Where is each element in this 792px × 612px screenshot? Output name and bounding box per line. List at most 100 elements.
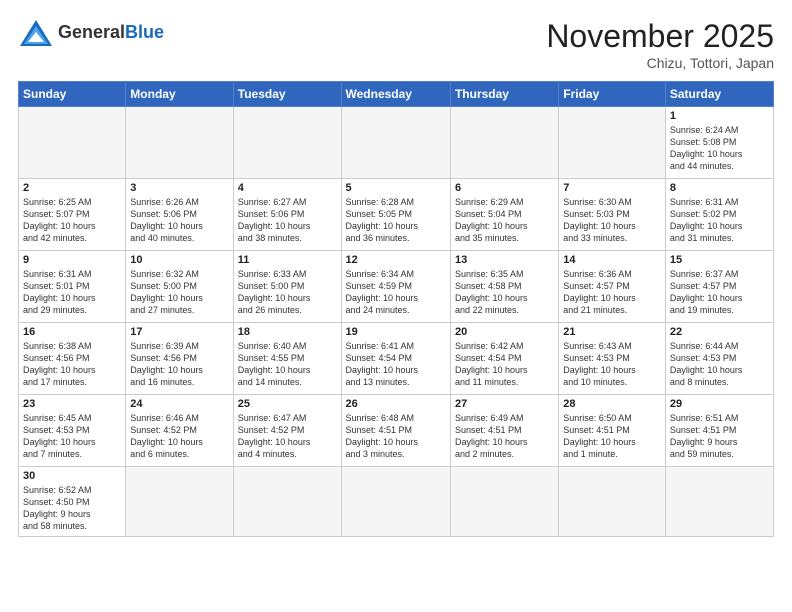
day-info: Sunrise: 6:30 AM Sunset: 5:03 PM Dayligh… [563, 196, 661, 245]
day-number: 22 [670, 326, 769, 338]
day-number: 1 [670, 110, 769, 122]
calendar-cell: 7 Sunrise: 6:30 AM Sunset: 5:03 PM Daylig… [559, 179, 666, 251]
day-info: Sunrise: 6:41 AM Sunset: 4:54 PM Dayligh… [346, 340, 446, 389]
day-info: Sunrise: 6:47 AM Sunset: 4:52 PM Dayligh… [238, 412, 337, 461]
day-info: Sunrise: 6:44 AM Sunset: 4:53 PM Dayligh… [670, 340, 769, 389]
calendar-cell [341, 107, 450, 179]
day-info: Sunrise: 6:36 AM Sunset: 4:57 PM Dayligh… [563, 268, 661, 317]
calendar-week-1: 2 Sunrise: 6:25 AM Sunset: 5:07 PM Daylig… [19, 179, 774, 251]
calendar-cell [450, 467, 558, 537]
calendar-cell: 21 Sunrise: 6:43 AM Sunset: 4:53 PM Dayli… [559, 323, 666, 395]
calendar-cell [665, 467, 773, 537]
calendar: SundayMondayTuesdayWednesdayThursdayFrid… [18, 81, 774, 537]
calendar-cell: 10Sunrise: 6:32 AM Sunset: 5:00 PM Dayli… [126, 251, 233, 323]
day-info: Sunrise: 6:42 AM Sunset: 4:54 PM Dayligh… [455, 340, 554, 389]
header: GeneralBlue November 2025 Chizu, Tottori… [18, 18, 774, 71]
calendar-cell: 1 Sunrise: 6:24 AM Sunset: 5:08 PM Daylig… [665, 107, 773, 179]
calendar-cell: 25 Sunrise: 6:47 AM Sunset: 4:52 PM Dayli… [233, 395, 341, 467]
day-info: Sunrise: 6:40 AM Sunset: 4:55 PM Dayligh… [238, 340, 337, 389]
day-info: Sunrise: 6:33 AM Sunset: 5:00 PM Dayligh… [238, 268, 337, 317]
calendar-cell: 22 Sunrise: 6:44 AM Sunset: 4:53 PM Dayli… [665, 323, 773, 395]
day-info: Sunrise: 6:27 AM Sunset: 5:06 PM Dayligh… [238, 196, 337, 245]
day-number: 6 [455, 182, 554, 194]
day-number: 26 [346, 398, 446, 410]
day-number: 17 [130, 326, 228, 338]
day-number: 2 [23, 182, 121, 194]
day-info: Sunrise: 6:31 AM Sunset: 5:02 PM Dayligh… [670, 196, 769, 245]
day-info: Sunrise: 6:28 AM Sunset: 5:05 PM Dayligh… [346, 196, 446, 245]
day-info: Sunrise: 6:26 AM Sunset: 5:06 PM Dayligh… [130, 196, 228, 245]
day-number: 29 [670, 398, 769, 410]
calendar-header-wednesday: Wednesday [341, 82, 450, 107]
calendar-header-tuesday: Tuesday [233, 82, 341, 107]
calendar-cell: 15 Sunrise: 6:37 AM Sunset: 4:57 PM Dayli… [665, 251, 773, 323]
calendar-cell: 24 Sunrise: 6:46 AM Sunset: 4:52 PM Dayli… [126, 395, 233, 467]
calendar-cell: 11 Sunrise: 6:33 AM Sunset: 5:00 PM Dayli… [233, 251, 341, 323]
day-number: 23 [23, 398, 121, 410]
calendar-cell [19, 107, 126, 179]
day-number: 30 [23, 470, 121, 482]
day-number: 7 [563, 182, 661, 194]
calendar-cell: 16Sunrise: 6:38 AM Sunset: 4:56 PM Dayli… [19, 323, 126, 395]
day-number: 4 [238, 182, 337, 194]
calendar-week-0: 1 Sunrise: 6:24 AM Sunset: 5:08 PM Daylig… [19, 107, 774, 179]
day-info: Sunrise: 6:34 AM Sunset: 4:59 PM Dayligh… [346, 268, 446, 317]
calendar-cell [233, 467, 341, 537]
calendar-cell: 3 Sunrise: 6:26 AM Sunset: 5:06 PM Daylig… [126, 179, 233, 251]
calendar-cell: 18Sunrise: 6:40 AM Sunset: 4:55 PM Dayli… [233, 323, 341, 395]
day-number: 14 [563, 254, 661, 266]
calendar-cell: 29 Sunrise: 6:51 AM Sunset: 4:51 PM Dayli… [665, 395, 773, 467]
calendar-cell: 13Sunrise: 6:35 AM Sunset: 4:58 PM Dayli… [450, 251, 558, 323]
calendar-cell: 30Sunrise: 6:52 AM Sunset: 4:50 PM Dayli… [19, 467, 126, 537]
calendar-header-friday: Friday [559, 82, 666, 107]
title-block: November 2025 Chizu, Tottori, Japan [546, 18, 774, 71]
day-info: Sunrise: 6:29 AM Sunset: 5:04 PM Dayligh… [455, 196, 554, 245]
month-title: November 2025 [546, 18, 774, 55]
day-number: 24 [130, 398, 228, 410]
day-number: 11 [238, 254, 337, 266]
calendar-week-4: 23Sunrise: 6:45 AM Sunset: 4:53 PM Dayli… [19, 395, 774, 467]
day-info: Sunrise: 6:24 AM Sunset: 5:08 PM Dayligh… [670, 124, 769, 173]
calendar-header-row: SundayMondayTuesdayWednesdayThursdayFrid… [19, 82, 774, 107]
day-number: 8 [670, 182, 769, 194]
calendar-week-2: 9Sunrise: 6:31 AM Sunset: 5:01 PM Daylig… [19, 251, 774, 323]
calendar-cell: 14 Sunrise: 6:36 AM Sunset: 4:57 PM Dayli… [559, 251, 666, 323]
day-info: Sunrise: 6:46 AM Sunset: 4:52 PM Dayligh… [130, 412, 228, 461]
calendar-cell: 4 Sunrise: 6:27 AM Sunset: 5:06 PM Daylig… [233, 179, 341, 251]
day-number: 15 [670, 254, 769, 266]
logo-text: GeneralBlue [58, 23, 164, 43]
calendar-cell [126, 107, 233, 179]
day-number: 9 [23, 254, 121, 266]
calendar-cell: 2 Sunrise: 6:25 AM Sunset: 5:07 PM Daylig… [19, 179, 126, 251]
calendar-week-5: 30Sunrise: 6:52 AM Sunset: 4:50 PM Dayli… [19, 467, 774, 537]
day-info: Sunrise: 6:51 AM Sunset: 4:51 PM Dayligh… [670, 412, 769, 461]
day-number: 13 [455, 254, 554, 266]
day-number: 27 [455, 398, 554, 410]
day-info: Sunrise: 6:37 AM Sunset: 4:57 PM Dayligh… [670, 268, 769, 317]
calendar-cell: 19 Sunrise: 6:41 AM Sunset: 4:54 PM Dayli… [341, 323, 450, 395]
calendar-cell: 26Sunrise: 6:48 AM Sunset: 4:51 PM Dayli… [341, 395, 450, 467]
calendar-cell: 5Sunrise: 6:28 AM Sunset: 5:05 PM Daylig… [341, 179, 450, 251]
logo-icon [18, 18, 54, 48]
day-number: 25 [238, 398, 337, 410]
calendar-cell: 9Sunrise: 6:31 AM Sunset: 5:01 PM Daylig… [19, 251, 126, 323]
day-number: 21 [563, 326, 661, 338]
calendar-cell: 20 Sunrise: 6:42 AM Sunset: 4:54 PM Dayli… [450, 323, 558, 395]
calendar-cell [450, 107, 558, 179]
calendar-cell: 28 Sunrise: 6:50 AM Sunset: 4:51 PM Dayli… [559, 395, 666, 467]
day-number: 20 [455, 326, 554, 338]
calendar-cell [233, 107, 341, 179]
calendar-cell [341, 467, 450, 537]
calendar-header-thursday: Thursday [450, 82, 558, 107]
day-info: Sunrise: 6:50 AM Sunset: 4:51 PM Dayligh… [563, 412, 661, 461]
day-number: 3 [130, 182, 228, 194]
day-number: 28 [563, 398, 661, 410]
day-number: 10 [130, 254, 228, 266]
location: Chizu, Tottori, Japan [546, 55, 774, 71]
calendar-header-sunday: Sunday [19, 82, 126, 107]
day-number: 19 [346, 326, 446, 338]
day-info: Sunrise: 6:25 AM Sunset: 5:07 PM Dayligh… [23, 196, 121, 245]
day-info: Sunrise: 6:39 AM Sunset: 4:56 PM Dayligh… [130, 340, 228, 389]
calendar-cell: 6 Sunrise: 6:29 AM Sunset: 5:04 PM Daylig… [450, 179, 558, 251]
day-info: Sunrise: 6:43 AM Sunset: 4:53 PM Dayligh… [563, 340, 661, 389]
